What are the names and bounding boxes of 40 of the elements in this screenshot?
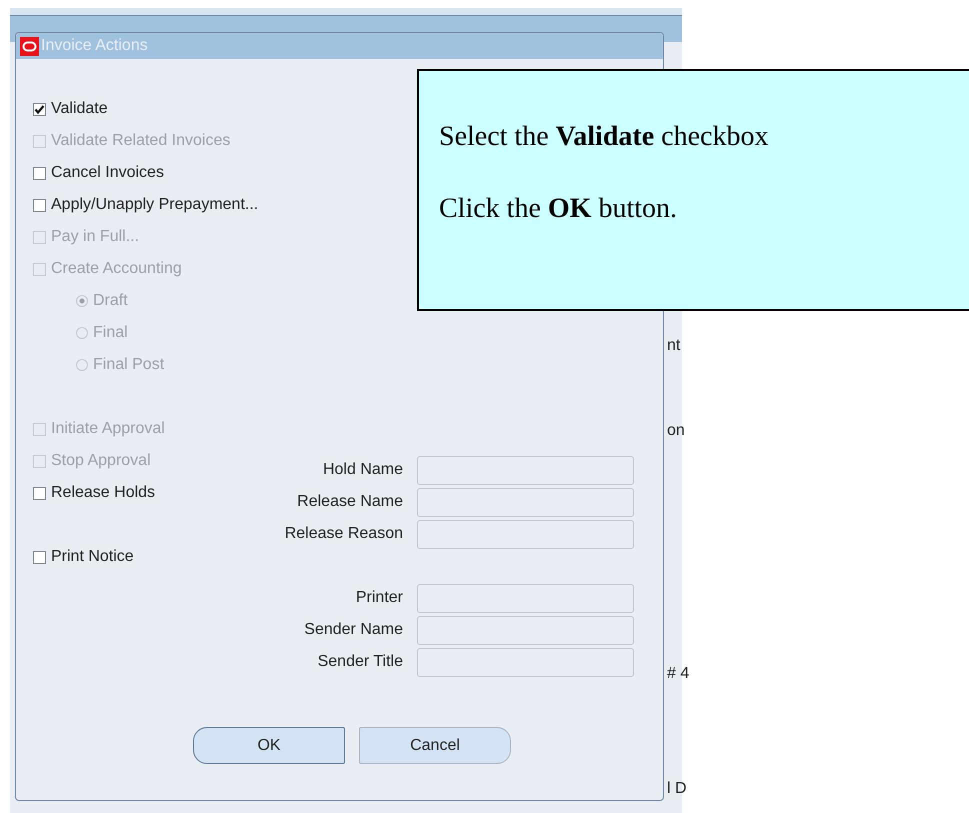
checkbox-label: Pay in Full... [51,227,140,247]
radio-label: Final [93,323,128,343]
input-field[interactable] [417,488,634,516]
dialog-button[interactable]: OK [193,727,345,764]
instruction-text: Click the OK button. [439,193,678,225]
radio-label: Final Post [93,355,164,375]
input-field[interactable] [417,616,634,644]
input-field[interactable] [417,456,634,484]
field-label: Sender Title [318,652,403,672]
background-text: nt [667,336,680,356]
logo-icon [20,36,39,56]
field-label: Release Reason [284,524,403,544]
checkbox[interactable] [33,486,46,500]
checkbox-label: Print Notice [51,547,134,567]
checkbox-label: Validate Related Invoices [51,131,230,151]
input-field[interactable] [417,520,634,548]
checkbox-label: Cancel Invoices [51,163,164,183]
background-text: # 4 [667,664,690,684]
input-field[interactable] [417,584,634,612]
checkbox-label: Apply/Unapply Prepayment... [51,195,258,215]
field-label: Release Name [297,492,403,512]
checkbox-label: Validate [51,99,108,119]
checkbox[interactable] [33,166,46,180]
checkbox-label: Release Holds [51,483,156,503]
field-label: Sender Name [304,620,403,640]
checkbox-label: Create Accounting [51,259,182,279]
background-text: l D [667,779,687,799]
instruction-text: Select the Validate checkbox [439,121,770,153]
checkbox[interactable] [33,198,46,212]
checkbox-label: Stop Approval [51,451,151,471]
radio-label: Draft [93,291,128,311]
window-title: Invoice Actions [41,36,148,56]
checkbox[interactable] [33,550,46,564]
background-text: on [667,421,685,441]
field-label: Printer [356,588,403,608]
checkbox[interactable] [33,102,46,116]
dialog-button[interactable]: Cancel [359,727,511,764]
field-label: Hold Name [322,460,403,480]
input-field[interactable] [417,648,634,676]
checkbox-label: Initiate Approval [51,419,165,439]
